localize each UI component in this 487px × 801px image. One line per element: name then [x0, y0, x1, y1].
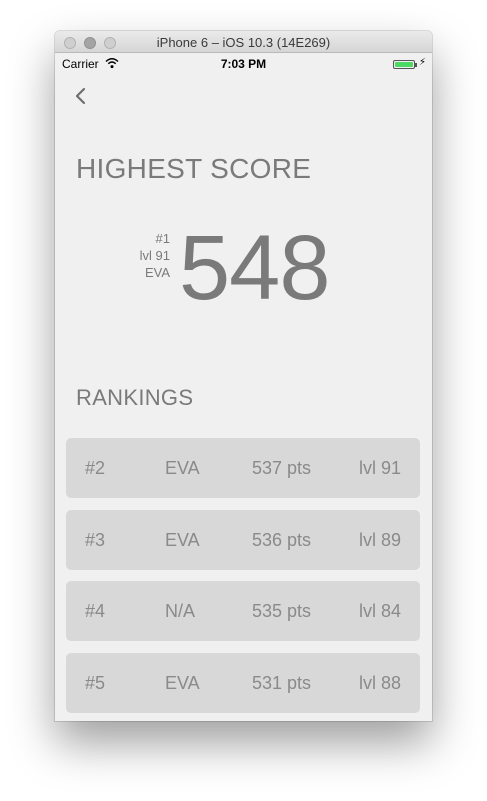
ranking-level: lvl 89: [358, 530, 401, 550]
charging-bolt-icon: ⚡: [419, 57, 427, 68]
ranking-player-name: EVA: [165, 458, 200, 478]
best-score-value: 548: [179, 217, 330, 319]
ranking-row: #3 EVA 536 pts lvl 89: [66, 510, 420, 570]
ranking-row: #5 EVA 531 pts lvl 88: [66, 653, 420, 713]
ranking-row: #2 EVA 537 pts lvl 91: [66, 438, 420, 498]
ranking-row: #4 N/A 535 pts lvl 84: [66, 581, 420, 641]
ranking-position: #5: [85, 673, 106, 693]
ranking-player-name: EVA: [165, 673, 200, 693]
status-time: 7:03 PM: [220, 57, 267, 71]
best-score-level: lvl 91: [139, 248, 170, 263]
highest-score-title: HIGHEST SCORE: [76, 153, 312, 184]
ranking-level: lvl 91: [358, 458, 401, 478]
best-score-meta: #1 lvl 91 EVA: [140, 230, 170, 281]
ranking-level: lvl 84: [358, 601, 401, 621]
ranking-points: 535 pts: [252, 601, 312, 621]
ranking-level: lvl 88: [358, 673, 401, 693]
ranking-position: #3: [85, 530, 106, 550]
ranking-player-name: N/A: [165, 601, 196, 621]
ranking-points: 536 pts: [252, 530, 312, 550]
battery-cap: [415, 63, 417, 67]
ranking-points: 531 pts: [252, 673, 312, 693]
ranking-position: #2: [85, 458, 106, 478]
rankings-title: RANKINGS: [76, 385, 194, 410]
best-score-rank: #1: [155, 231, 170, 246]
ranking-position: #4: [85, 601, 106, 621]
battery-icon: [393, 60, 415, 69]
best-score-name: EVA: [144, 265, 170, 280]
simulator-window: iPhone 6 – iOS 10.3 (14E269) Carrier 7:0…: [55, 31, 432, 721]
window-titlebar: iPhone 6 – iOS 10.3 (14E269): [55, 31, 432, 53]
window-title: iPhone 6 – iOS 10.3 (14E269): [156, 35, 331, 50]
ranking-points: 537 pts: [252, 458, 312, 478]
chevron-left-icon[interactable]: [73, 85, 89, 107]
status-bar: Carrier 7:03 PM ⚡: [55, 53, 432, 73]
ranking-player-name: EVA: [165, 530, 200, 550]
